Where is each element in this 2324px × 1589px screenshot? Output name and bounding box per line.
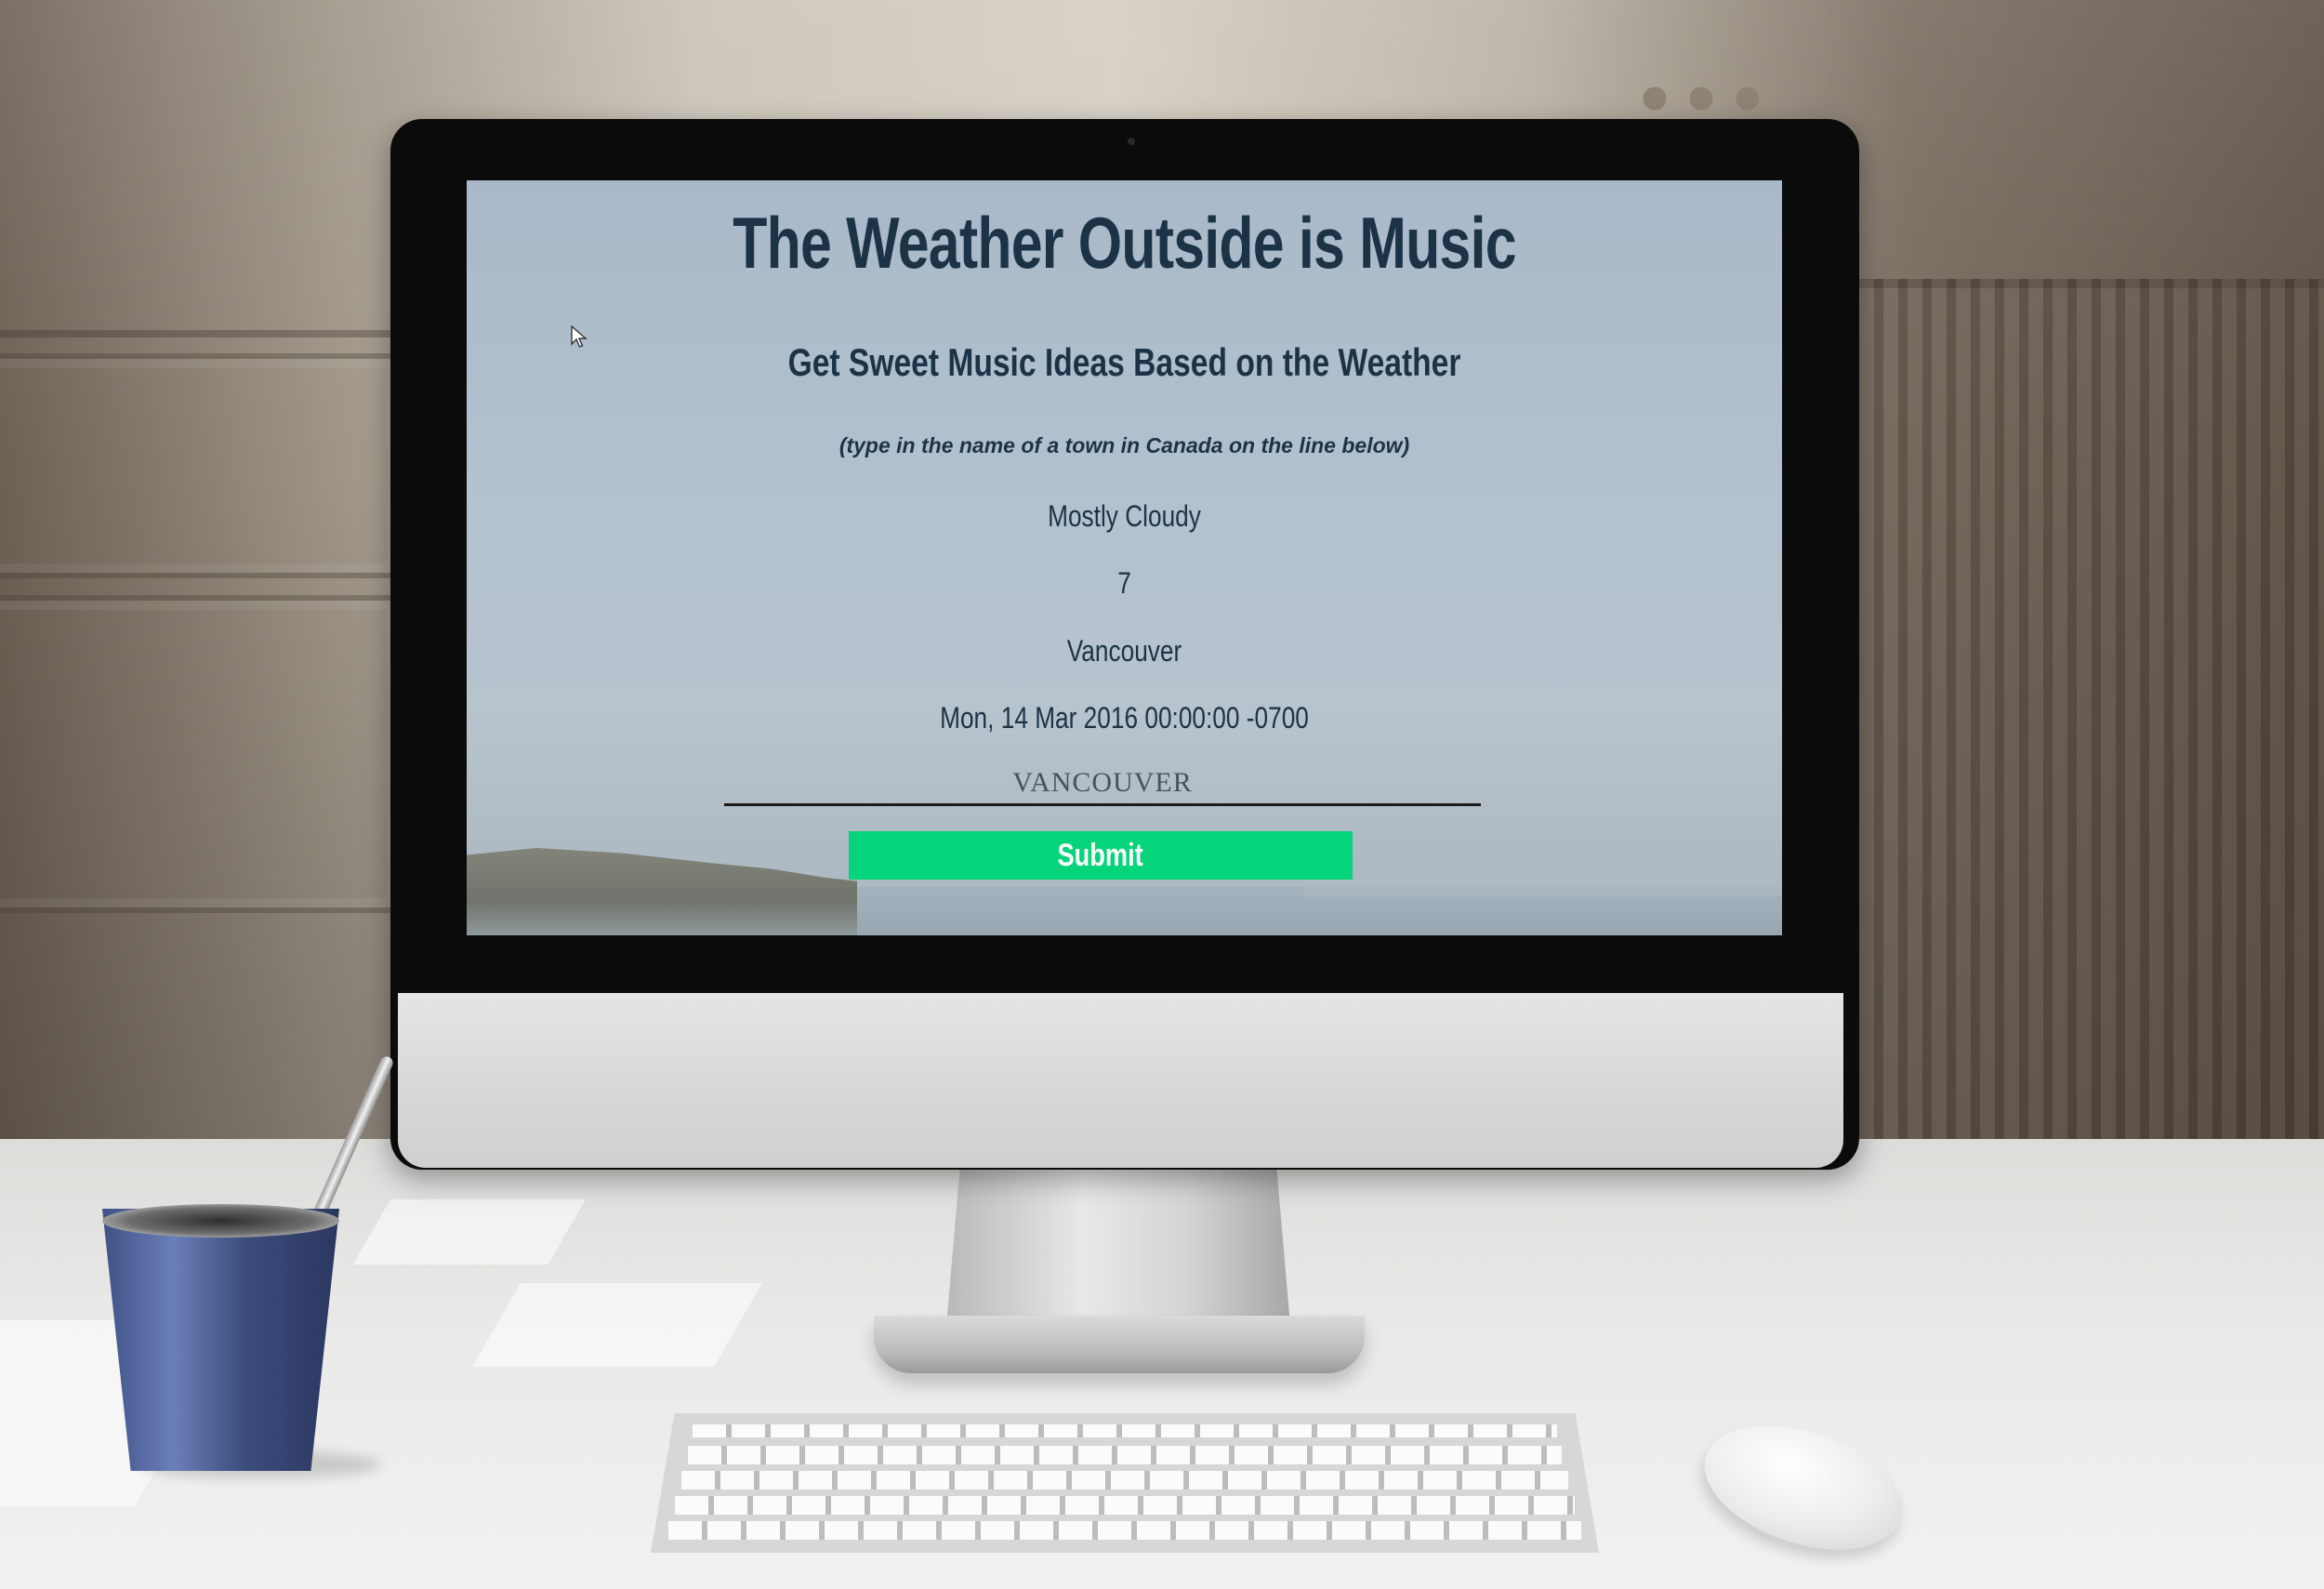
- wall-panel-right: [1850, 279, 2324, 1172]
- keyboard-key-row: [668, 1521, 1581, 1540]
- keyboard-key-row: [681, 1471, 1568, 1490]
- page-title: The Weather Outside is Music: [733, 202, 1516, 284]
- monitor-screen: The Weather Outside is Music Get Sweet M…: [467, 180, 1782, 935]
- submit-button[interactable]: Submit: [849, 831, 1353, 880]
- wall-hardware: [1636, 82, 1794, 115]
- wall-panel-left: [0, 353, 402, 578]
- input-hint: (type in the name of a town in Canada on…: [838, 433, 1410, 457]
- city-input[interactable]: [724, 762, 1481, 806]
- submit-button-label: Submit: [1057, 837, 1144, 873]
- light-streak: [472, 1283, 762, 1367]
- page-subtitle: Get Sweet Music Ideas Based on the Weath…: [787, 340, 1461, 384]
- wall-molding: [0, 330, 400, 338]
- camera-icon: [1128, 138, 1135, 145]
- monitor-chin: [398, 993, 1843, 1168]
- keyboard-key-row: [693, 1424, 1557, 1437]
- weather-date: Mon, 14 Mar 2016 00:00:00 -0700: [940, 701, 1309, 735]
- weather-city: Vancouver: [1066, 634, 1182, 668]
- monitor-stand-neck: [946, 1167, 1290, 1325]
- monitor-stand-base: [874, 1316, 1365, 1373]
- light-streak: [352, 1199, 586, 1265]
- mouse-pointer-icon: [571, 325, 588, 348]
- wall-panel-left-lower: [0, 595, 402, 913]
- keyboard-key-row: [675, 1496, 1575, 1515]
- keyboard-key-row: [688, 1446, 1562, 1464]
- cup-rim: [102, 1204, 339, 1238]
- background-cliff: [467, 848, 857, 935]
- cup: [102, 1209, 339, 1471]
- weather-temperature: 7: [1117, 566, 1131, 600]
- weather-condition: Mostly Cloudy: [1048, 499, 1201, 533]
- background-haze: [1303, 822, 1782, 896]
